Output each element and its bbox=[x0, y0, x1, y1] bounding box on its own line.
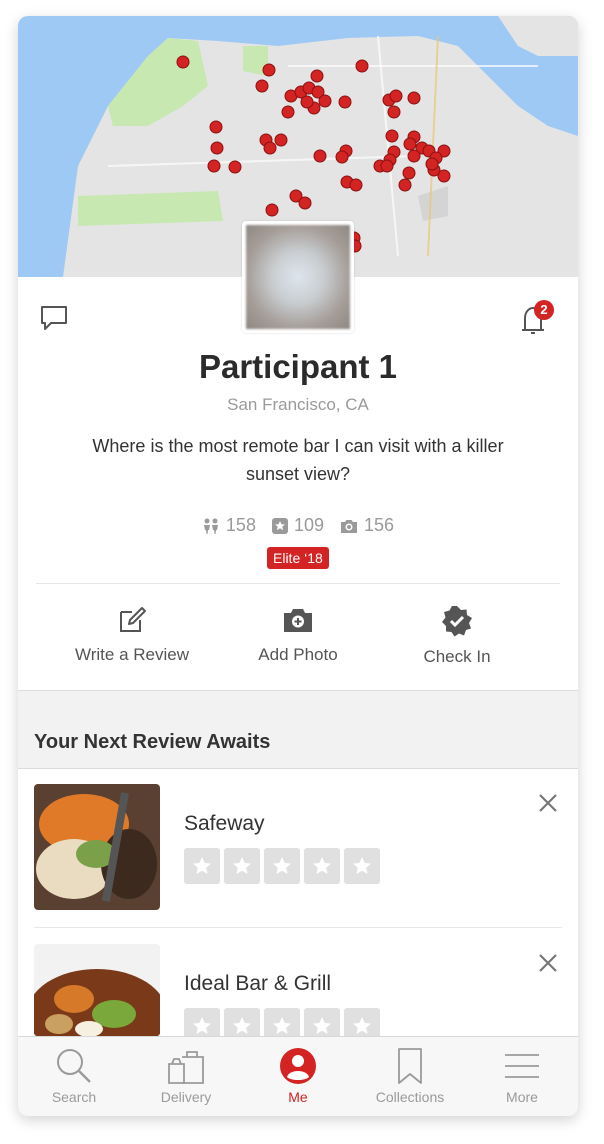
tab-search[interactable]: Search bbox=[18, 1037, 130, 1116]
tab-label: Me bbox=[288, 1089, 308, 1105]
notifications-bell-icon[interactable]: 2 bbox=[514, 299, 554, 344]
menu-icon bbox=[505, 1054, 539, 1078]
avatar bbox=[246, 225, 350, 329]
profile-photo[interactable] bbox=[242, 221, 354, 333]
star-rating-input bbox=[184, 1008, 380, 1039]
profile-name: Participant 1 bbox=[198, 348, 398, 385]
user-icon bbox=[280, 1048, 316, 1084]
profile-stats: 158 109 156 bbox=[18, 515, 578, 536]
star-4-icon[interactable] bbox=[304, 1008, 340, 1039]
reviews-stat: 109 bbox=[271, 515, 325, 536]
notification-badge-count: 2 bbox=[540, 302, 548, 317]
star-rating-input bbox=[184, 848, 380, 884]
check-badge-icon bbox=[442, 606, 472, 637]
tab-delivery[interactable]: Delivery bbox=[130, 1037, 242, 1116]
star-2-icon[interactable] bbox=[224, 1008, 260, 1039]
tab-label: More bbox=[506, 1089, 538, 1105]
section-title: Your Next Review Awaits bbox=[34, 731, 271, 753]
divider bbox=[34, 927, 562, 928]
check-in-button[interactable]: Check In bbox=[367, 605, 547, 667]
delivery-bag-icon bbox=[168, 1051, 204, 1084]
add-photo-button[interactable]: Add Photo bbox=[208, 605, 388, 665]
profile-header: 2 Participant 1 San Francisco, CA Where … bbox=[18, 277, 578, 690]
bottom-tab-bar: Search Delivery Me Collections More bbox=[18, 1036, 578, 1116]
write-review-button[interactable]: Write a Review bbox=[42, 605, 222, 665]
reviews-count: 109 bbox=[293, 515, 325, 535]
star-4-icon[interactable] bbox=[304, 848, 340, 884]
profile-headline: Where is the most remote bar I can visit… bbox=[92, 436, 504, 484]
tab-collections[interactable]: Collections bbox=[354, 1037, 466, 1116]
star-5-icon[interactable] bbox=[344, 848, 380, 884]
dismiss-close-icon[interactable] bbox=[538, 953, 558, 973]
tab-label: Delivery bbox=[160, 1089, 212, 1105]
star-1-icon[interactable] bbox=[184, 848, 220, 884]
tab-label: Collections bbox=[375, 1089, 445, 1105]
business-name[interactable]: Ideal Bar & Grill bbox=[184, 972, 331, 996]
tab-me[interactable]: Me bbox=[242, 1037, 354, 1116]
app-frame: 2 Participant 1 San Francisco, CA Where … bbox=[18, 16, 578, 1116]
business-name[interactable]: Safeway bbox=[184, 812, 265, 836]
friends-icon bbox=[203, 518, 218, 534]
message-icon[interactable] bbox=[39, 304, 69, 337]
camera-icon bbox=[284, 609, 312, 632]
search-icon bbox=[57, 1049, 91, 1083]
star-2-icon[interactable] bbox=[224, 848, 260, 884]
review-section-header: Your Next Review Awaits bbox=[18, 690, 578, 769]
add-photo-label: Add Photo bbox=[258, 645, 338, 664]
friends-count: 158 bbox=[225, 515, 256, 535]
write-review-label: Write a Review bbox=[75, 645, 189, 664]
profile-location: San Francisco, CA bbox=[227, 395, 369, 414]
tab-more[interactable]: More bbox=[466, 1037, 578, 1116]
business-photo bbox=[34, 944, 160, 1039]
bookmark-icon bbox=[398, 1048, 422, 1084]
photos-count: 156 bbox=[364, 515, 395, 535]
photos-stat: 156 bbox=[340, 515, 394, 536]
business-photo bbox=[34, 784, 160, 910]
star-3-icon[interactable] bbox=[264, 848, 300, 884]
check-in-label: Check In bbox=[423, 647, 491, 666]
edit-icon bbox=[120, 607, 146, 632]
friends-stat: 158 bbox=[202, 515, 256, 536]
review-suggestions-list: Safeway Ideal Bar & Grill bbox=[18, 769, 578, 1039]
elite-badge: Elite ‘18 bbox=[267, 547, 329, 569]
dismiss-close-icon[interactable] bbox=[538, 793, 558, 813]
tab-label: Search bbox=[51, 1089, 97, 1105]
photo-camera-icon bbox=[341, 519, 358, 533]
divider bbox=[36, 583, 560, 584]
list-item[interactable]: Safeway bbox=[18, 769, 578, 929]
star-5-icon[interactable] bbox=[344, 1008, 380, 1039]
star-1-icon[interactable] bbox=[184, 1008, 220, 1039]
list-item[interactable]: Ideal Bar & Grill bbox=[18, 929, 578, 1039]
star-3-icon[interactable] bbox=[264, 1008, 300, 1039]
review-star-icon bbox=[271, 517, 288, 534]
